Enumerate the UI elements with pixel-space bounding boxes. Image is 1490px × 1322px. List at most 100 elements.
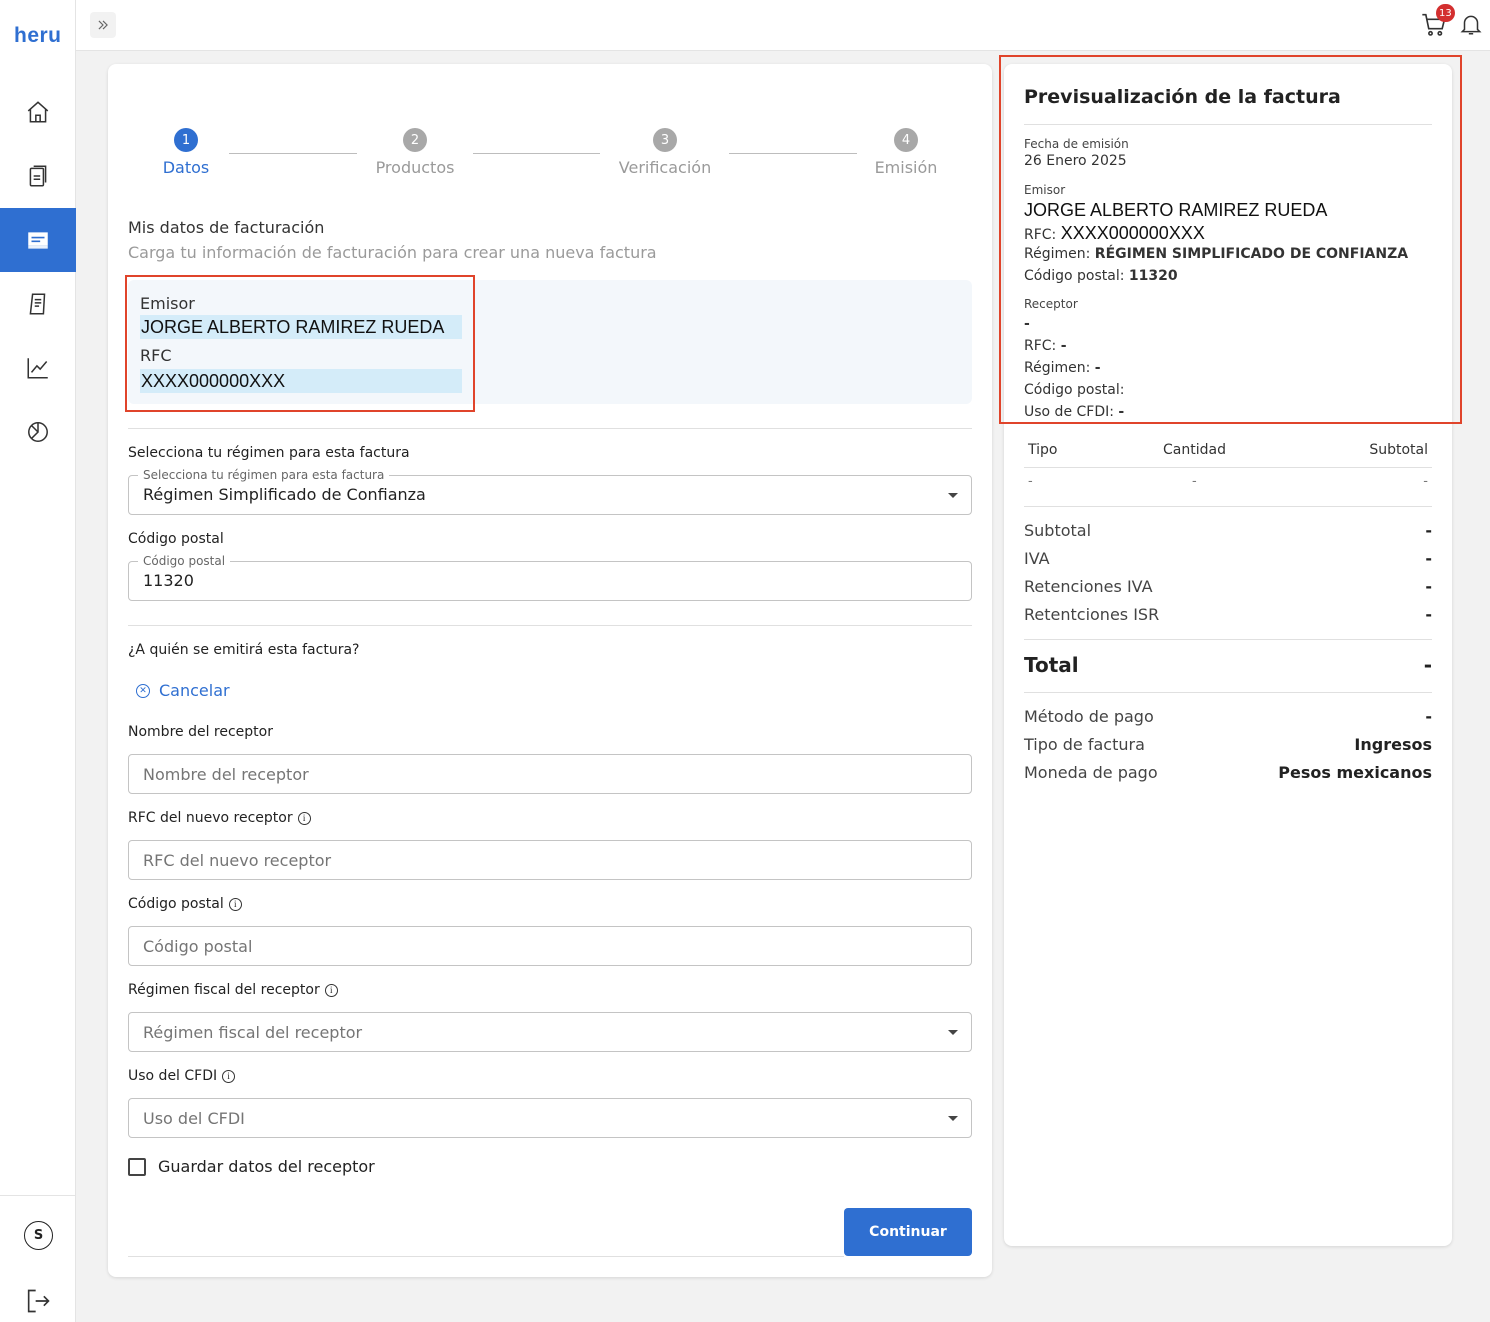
nav-analytics[interactable] (0, 336, 76, 400)
info-icon[interactable]: i (297, 812, 311, 825)
info-icon[interactable]: i (324, 984, 338, 997)
divider (1024, 692, 1432, 693)
detail-tipo-factura: Tipo de factura Ingresos (1024, 735, 1432, 754)
chart-line-icon (27, 358, 48, 379)
nav-reports[interactable] (0, 400, 76, 464)
cancel-label: Cancelar (159, 681, 230, 700)
regimen-legend: Selecciona tu régimen para esta factura (138, 468, 390, 482)
receptor-cp-input[interactable]: Código postal (128, 926, 972, 966)
close-circle-icon: ✕ (136, 683, 150, 698)
nav-home[interactable] (0, 80, 76, 144)
detail-value: - (1425, 707, 1432, 726)
receptor-cp-label-text: Código postal (128, 896, 224, 912)
receptor-rfc-input[interactable]: RFC del nuevo receptor (128, 840, 972, 880)
billing-title: Mis datos de facturación (128, 218, 325, 237)
receptor-rfc-label: RFC del nuevo receptor i (128, 810, 311, 826)
step-emision[interactable]: 4 Emisión (868, 128, 944, 177)
save-receptor-checkbox[interactable] (128, 1157, 146, 1176)
summary-label: Retentciones ISR (1024, 605, 1160, 624)
step-number: 4 (894, 128, 918, 152)
summary-value: - (1425, 521, 1432, 540)
stepper: 1 Datos 2 Productos 3 Verificación 4 Emi… (108, 64, 992, 194)
step-verificacion[interactable]: 3 Verificación (613, 128, 717, 177)
cfdi-label: Uso del CFDI i (128, 1068, 236, 1084)
summary-iva: IVA - (1024, 549, 1432, 568)
detail-label: Moneda de pago (1024, 763, 1158, 782)
divider (128, 428, 972, 429)
save-receptor-label: Guardar datos del receptor (158, 1157, 375, 1176)
highlight-box (999, 55, 1462, 424)
bell-icon[interactable] (1458, 10, 1484, 38)
step-label: Datos (162, 158, 210, 177)
logout-icon[interactable] (24, 1287, 52, 1315)
placeholder: RFC del nuevo receptor (143, 851, 332, 870)
placeholder: Uso del CFDI (143, 1109, 245, 1128)
cfdi-label-text: Uso del CFDI (128, 1068, 218, 1084)
step-number: 2 (403, 128, 427, 152)
cart-count-badge: 13 (1436, 4, 1455, 22)
receptor-question: ¿A quién se emitirá esta factura? (128, 642, 360, 658)
summary-value: - (1425, 577, 1432, 596)
chevrons-right-icon (98, 20, 108, 30)
receptor-rfc-label-text: RFC del nuevo receptor (128, 810, 293, 826)
continue-button[interactable]: Continuar (844, 1208, 972, 1256)
regimen-value: Régimen Simplificado de Confianza (143, 485, 426, 504)
cp-input[interactable]: Código postal 11320 (128, 554, 972, 601)
cancel-button[interactable]: ✕ Cancelar (136, 681, 230, 700)
avatar[interactable]: S (24, 1221, 53, 1250)
table-header-cantidad: Cantidad (1163, 442, 1226, 458)
detail-value: Ingresos (1354, 735, 1432, 754)
billing-subtitle: Carga tu información de facturación para… (128, 243, 657, 262)
receptor-cp-label: Código postal i (128, 896, 242, 912)
cfdi-select[interactable]: Uso del CFDI (128, 1098, 972, 1138)
total-label: Total (1024, 653, 1079, 677)
summary-label: Retenciones IVA (1024, 577, 1153, 596)
step-connector (473, 153, 600, 154)
info-icon[interactable]: i (228, 898, 242, 911)
total-value: - (1423, 653, 1432, 677)
info-icon[interactable]: i (222, 1070, 236, 1083)
table-cell: - (1192, 474, 1197, 489)
expand-sidebar-button[interactable] (90, 12, 116, 38)
divider (128, 1256, 844, 1257)
cp-label: Código postal (128, 531, 224, 547)
sidebar: heru S (0, 0, 76, 1322)
highlight-box (125, 275, 475, 412)
receptor-name-label: Nombre del receptor (128, 724, 273, 740)
pie-chart-icon (28, 422, 48, 442)
step-label: Emisión (874, 158, 938, 177)
heru-logo[interactable]: heru (14, 24, 62, 48)
regimen-label: Selecciona tu régimen para esta factura (128, 445, 410, 461)
step-number: 1 (174, 128, 198, 152)
step-connector (729, 153, 857, 154)
divider (1024, 467, 1432, 468)
nav-documents[interactable] (0, 144, 76, 208)
divider (1024, 639, 1432, 640)
detail-value: Pesos mexicanos (1278, 763, 1432, 782)
dropdown-caret-icon (948, 1116, 958, 1121)
cp-value: 11320 (143, 571, 194, 590)
summary-label: IVA (1024, 549, 1050, 568)
step-number: 3 (653, 128, 677, 152)
home-icon (27, 101, 49, 123)
nav-invoices[interactable] (0, 208, 76, 272)
step-productos[interactable]: 2 Productos (371, 128, 459, 177)
nav-receipts[interactable] (0, 272, 76, 336)
placeholder: Nombre del receptor (143, 765, 309, 784)
regimen-select[interactable]: Selecciona tu régimen para esta factura … (128, 468, 972, 515)
sidebar-divider (0, 1195, 76, 1196)
summary-value: - (1425, 605, 1432, 624)
receipt-icon (29, 293, 46, 315)
invoice-icon (28, 232, 48, 249)
save-receptor-row[interactable]: Guardar datos del receptor (128, 1157, 375, 1176)
receptor-regimen-select[interactable]: Régimen fiscal del receptor (128, 1012, 972, 1052)
summary-subtotal: Subtotal - (1024, 521, 1432, 540)
table-cell: - (1423, 474, 1428, 489)
step-label: Productos (375, 158, 455, 177)
step-datos[interactable]: 1 Datos (158, 128, 214, 177)
receptor-name-input[interactable]: Nombre del receptor (128, 754, 972, 794)
summary-value: - (1425, 549, 1432, 568)
total-row: Total - (1024, 653, 1432, 677)
divider (1024, 506, 1432, 507)
detail-metodo-pago: Método de pago - (1024, 707, 1432, 726)
